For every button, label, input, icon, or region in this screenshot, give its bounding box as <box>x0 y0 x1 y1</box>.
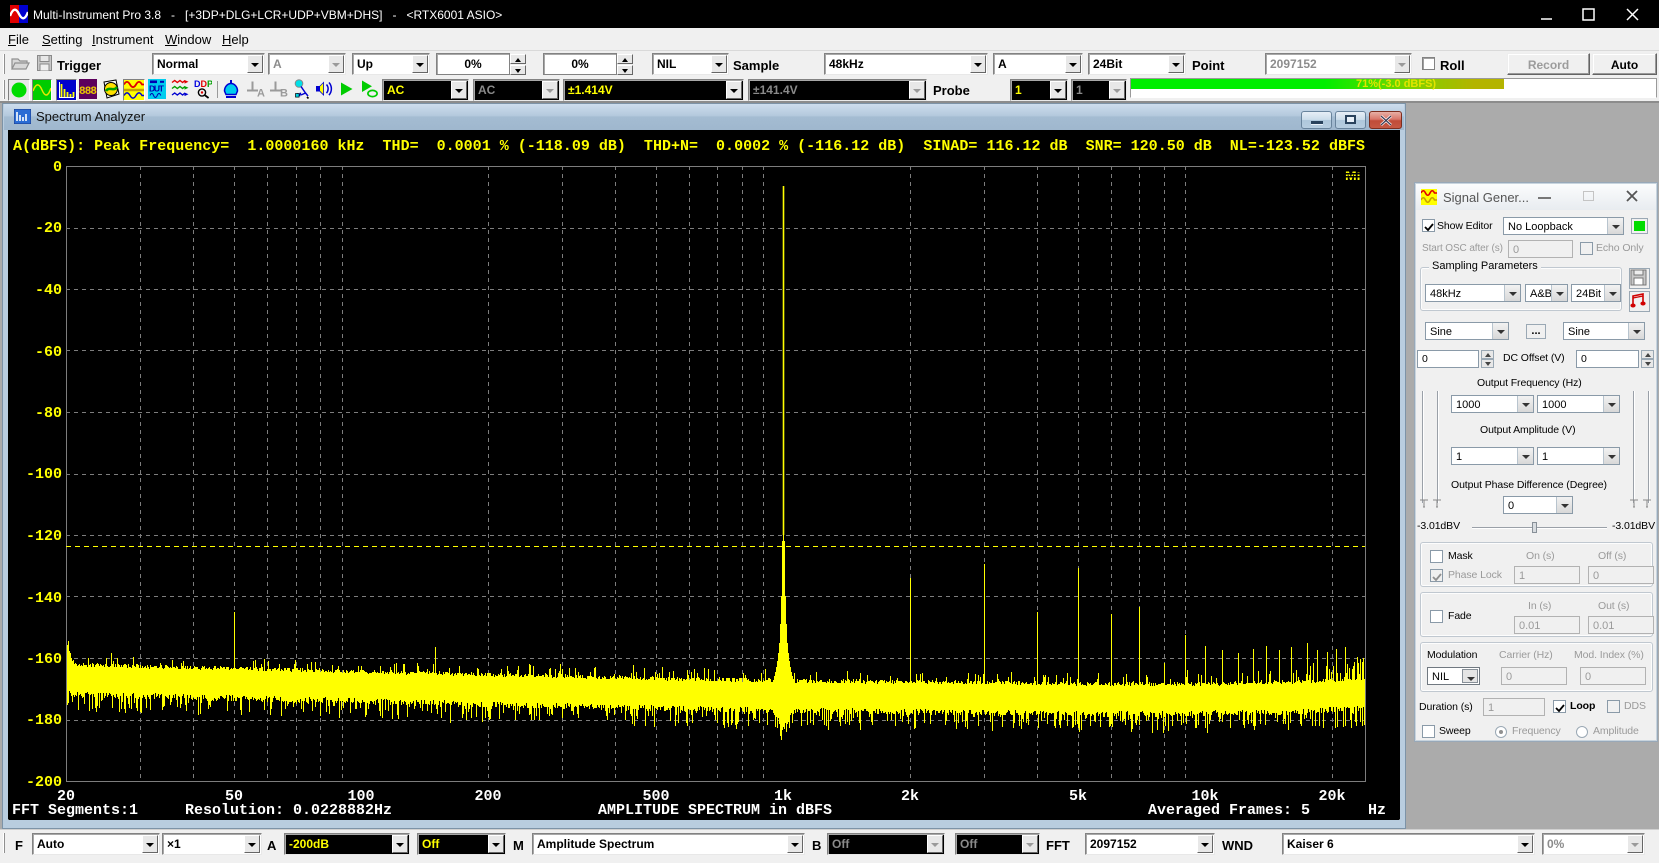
svg-text:DUT: DUT <box>149 84 165 94</box>
svg-text:Resolution: 0.0228882Hz: Resolution: 0.0228882Hz <box>185 802 392 819</box>
svg-text:-60: -60 <box>35 344 62 361</box>
svg-text:5k: 5k <box>1069 788 1087 805</box>
svg-text:FFT Segments:1: FFT Segments:1 <box>12 802 138 819</box>
svg-text:2k: 2k <box>901 788 919 805</box>
svg-text:A(dBFS): Peak Frequency= 1.00: A(dBFS): Peak Frequency= 1.0000160 kHz T… <box>13 138 1365 155</box>
svg-text:Averaged Frames: 5: Averaged Frames: 5 <box>1148 802 1310 819</box>
svg-text:B: B <box>280 88 288 100</box>
svg-text:AMPLITUDE SPECTRUM in dBFS: AMPLITUDE SPECTRUM in dBFS <box>598 802 832 819</box>
svg-text:Hz: Hz <box>1368 802 1386 819</box>
svg-text:-80: -80 <box>35 405 62 422</box>
svg-text:-100: -100 <box>26 466 62 483</box>
svg-text:A: A <box>257 88 265 100</box>
svg-text:888: 888 <box>79 86 97 98</box>
svg-text:-40: -40 <box>35 282 62 299</box>
svg-text:-180: -180 <box>26 712 62 729</box>
svg-text:-120: -120 <box>26 528 62 545</box>
svg-text:20k: 20k <box>1318 788 1345 805</box>
svg-text:0: 0 <box>53 159 62 176</box>
svg-text:-140: -140 <box>26 590 62 607</box>
svg-text:-20: -20 <box>35 220 62 237</box>
svg-text:DDP: DDP <box>194 79 212 89</box>
svg-text:200: 200 <box>474 788 501 805</box>
svg-text:-160: -160 <box>26 651 62 668</box>
svg-text:Mi: Mi <box>1345 167 1361 183</box>
